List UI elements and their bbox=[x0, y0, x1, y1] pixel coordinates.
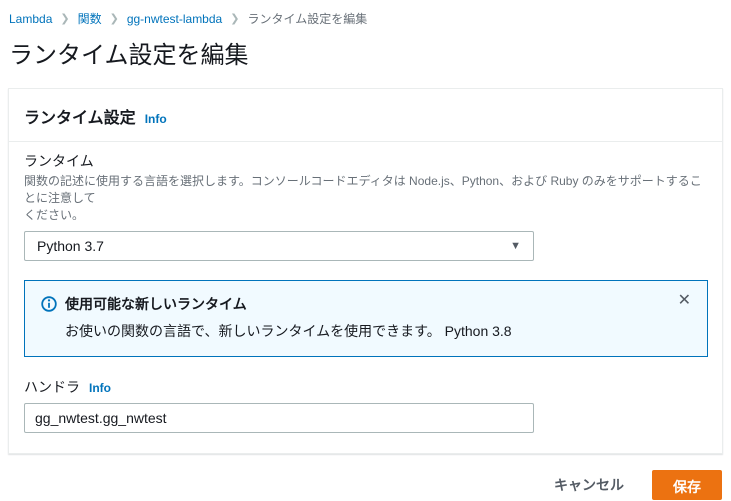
breadcrumb-separator-icon: ❯ bbox=[110, 12, 119, 25]
runtime-field: ランタイム 関数の記述に使用する言語を選択します。コンソールコードエディタは N… bbox=[24, 152, 707, 261]
breadcrumb-item-current: ランタイム設定を編集 bbox=[247, 10, 367, 27]
breadcrumb-item-functions[interactable]: 関数 bbox=[78, 10, 102, 27]
new-runtime-alert: 使用可能な新しいランタイム お使いの関数の言語で、新しいランタイムを使用できます… bbox=[24, 280, 708, 357]
alert-title: 使用可能な新しいランタイム bbox=[65, 294, 247, 314]
alert-body: お使いの関数の言語で、新しいランタイムを使用できます。 Python 3.8 bbox=[65, 321, 691, 341]
card-info-link[interactable]: Info bbox=[145, 112, 167, 126]
breadcrumb-separator-icon: ❯ bbox=[230, 12, 239, 25]
runtime-description-line2: ください。 bbox=[24, 208, 84, 222]
handler-label-row: ハンドラ Info bbox=[24, 378, 707, 398]
runtime-select[interactable]: Python 3.7 ▼ bbox=[24, 231, 534, 261]
runtime-select-value: Python 3.7 bbox=[37, 238, 104, 254]
card-header: ランタイム設定 Info bbox=[9, 89, 722, 142]
chevron-down-icon: ▼ bbox=[510, 240, 521, 252]
breadcrumb-item-function-name[interactable]: gg-nwtest-lambda bbox=[127, 12, 222, 26]
alert-head: 使用可能な新しいランタイム bbox=[41, 294, 691, 314]
handler-field: ハンドラ Info bbox=[24, 378, 707, 434]
runtime-label: ランタイム bbox=[24, 152, 707, 172]
breadcrumb: Lambda ❯ 関数 ❯ gg-nwtest-lambda ❯ ランタイム設定… bbox=[0, 0, 731, 27]
page-title: ランタイム設定を編集 bbox=[9, 41, 731, 71]
handler-info-link[interactable]: Info bbox=[89, 381, 111, 395]
breadcrumb-separator-icon: ❯ bbox=[60, 12, 69, 25]
breadcrumb-item-lambda[interactable]: Lambda bbox=[9, 12, 52, 26]
card-body: ランタイム 関数の記述に使用する言語を選択します。コンソールコードエディタは N… bbox=[9, 142, 722, 453]
cancel-button[interactable]: キャンセル bbox=[544, 469, 634, 501]
close-icon[interactable]: ✕ bbox=[676, 291, 693, 311]
card-title: ランタイム設定 bbox=[24, 104, 136, 128]
save-button[interactable]: 保存 bbox=[652, 470, 722, 500]
handler-label: ハンドラ bbox=[24, 378, 80, 398]
runtime-description: 関数の記述に使用する言語を選択します。コンソールコードエディタは Node.js… bbox=[24, 173, 707, 225]
handler-input[interactable] bbox=[24, 403, 534, 433]
runtime-description-line1: 関数の記述に使用する言語を選択します。コンソールコードエディタは Node.js… bbox=[24, 174, 702, 205]
footer-actions: キャンセル 保存 bbox=[0, 469, 722, 501]
info-icon bbox=[41, 296, 57, 312]
runtime-settings-card: ランタイム設定 Info ランタイム 関数の記述に使用する言語を選択します。コン… bbox=[8, 88, 723, 454]
